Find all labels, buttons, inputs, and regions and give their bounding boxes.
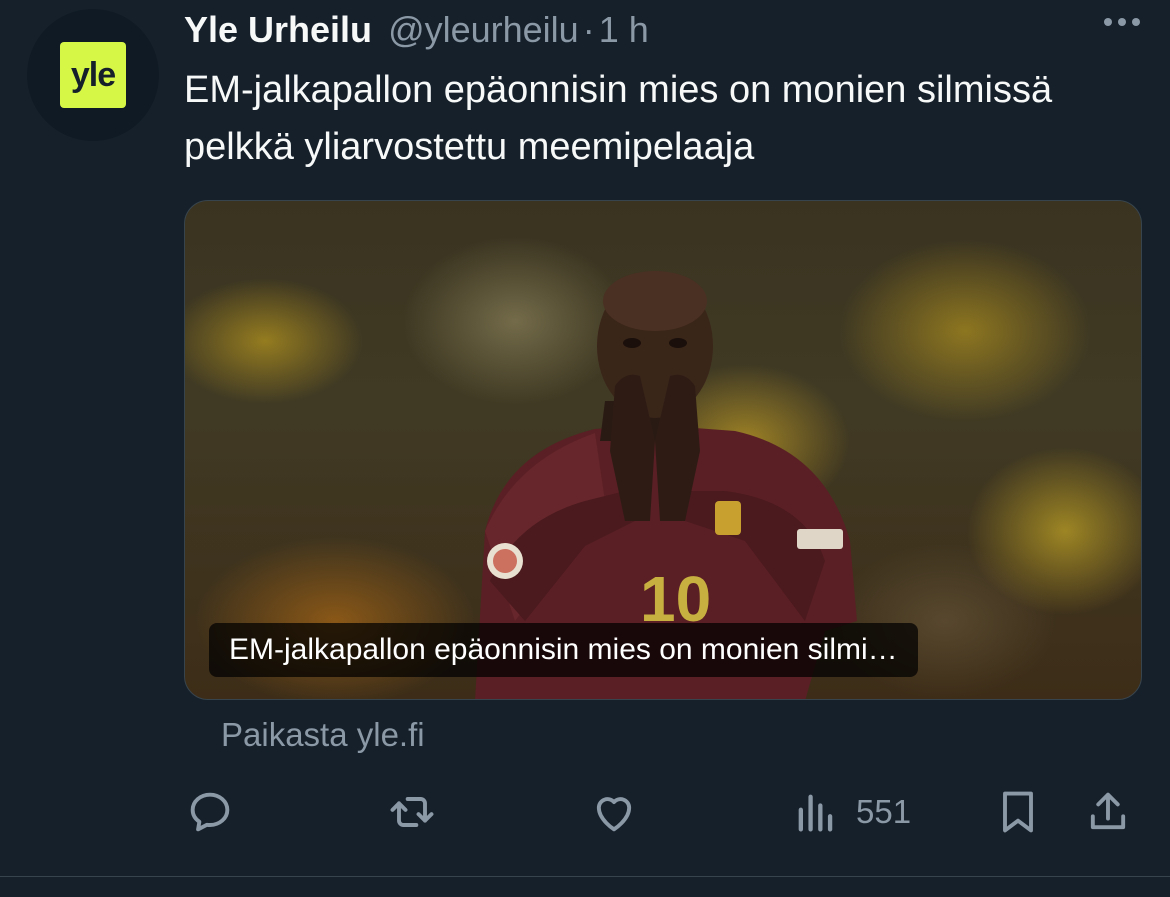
bookmark-button[interactable] (992, 782, 1044, 842)
tweet-header: Yle Urheilu @yleurheilu · 1 h (184, 8, 1140, 52)
reply-icon (190, 792, 230, 832)
share-button[interactable] (1082, 782, 1134, 842)
reply-button[interactable] (184, 782, 236, 842)
bookmark-icon (1003, 791, 1033, 833)
timestamp[interactable]: 1 h (599, 9, 649, 51)
link-card[interactable]: 10 EM-jalkapallon epäonnisin mies on mon… (184, 200, 1142, 700)
display-name[interactable]: Yle Urheilu (184, 9, 372, 51)
views-button[interactable]: 551 (790, 782, 911, 842)
views-count: 551 (856, 793, 912, 830)
action-bar: 551 (184, 782, 1142, 842)
views-chart-icon (798, 794, 833, 832)
yle-logo: yle (60, 42, 126, 108)
retweet-button[interactable] (386, 782, 438, 842)
card-caption: EM-jalkapallon epäonnisin mies on monien… (209, 623, 918, 677)
card-source[interactable]: Paikasta yle.fi (221, 716, 425, 754)
heart-icon (596, 797, 632, 832)
avatar[interactable]: yle (27, 9, 159, 141)
more-options-icon[interactable] (1104, 18, 1140, 26)
yle-logo-text: yle (70, 55, 116, 94)
like-button[interactable] (588, 782, 640, 842)
divider (0, 876, 1170, 877)
separator-dot: · (582, 9, 595, 50)
tweet-text: EM-jalkapallon epäonnisin mies on monien… (184, 69, 1053, 168)
tweet-card[interactable]: yle Yle Urheilu @yleurheilu · 1 h EM-jal… (0, 0, 1170, 897)
share-icon (1090, 792, 1126, 830)
user-handle[interactable]: @yleurheilu (388, 9, 579, 51)
retweet-icon (390, 797, 434, 827)
